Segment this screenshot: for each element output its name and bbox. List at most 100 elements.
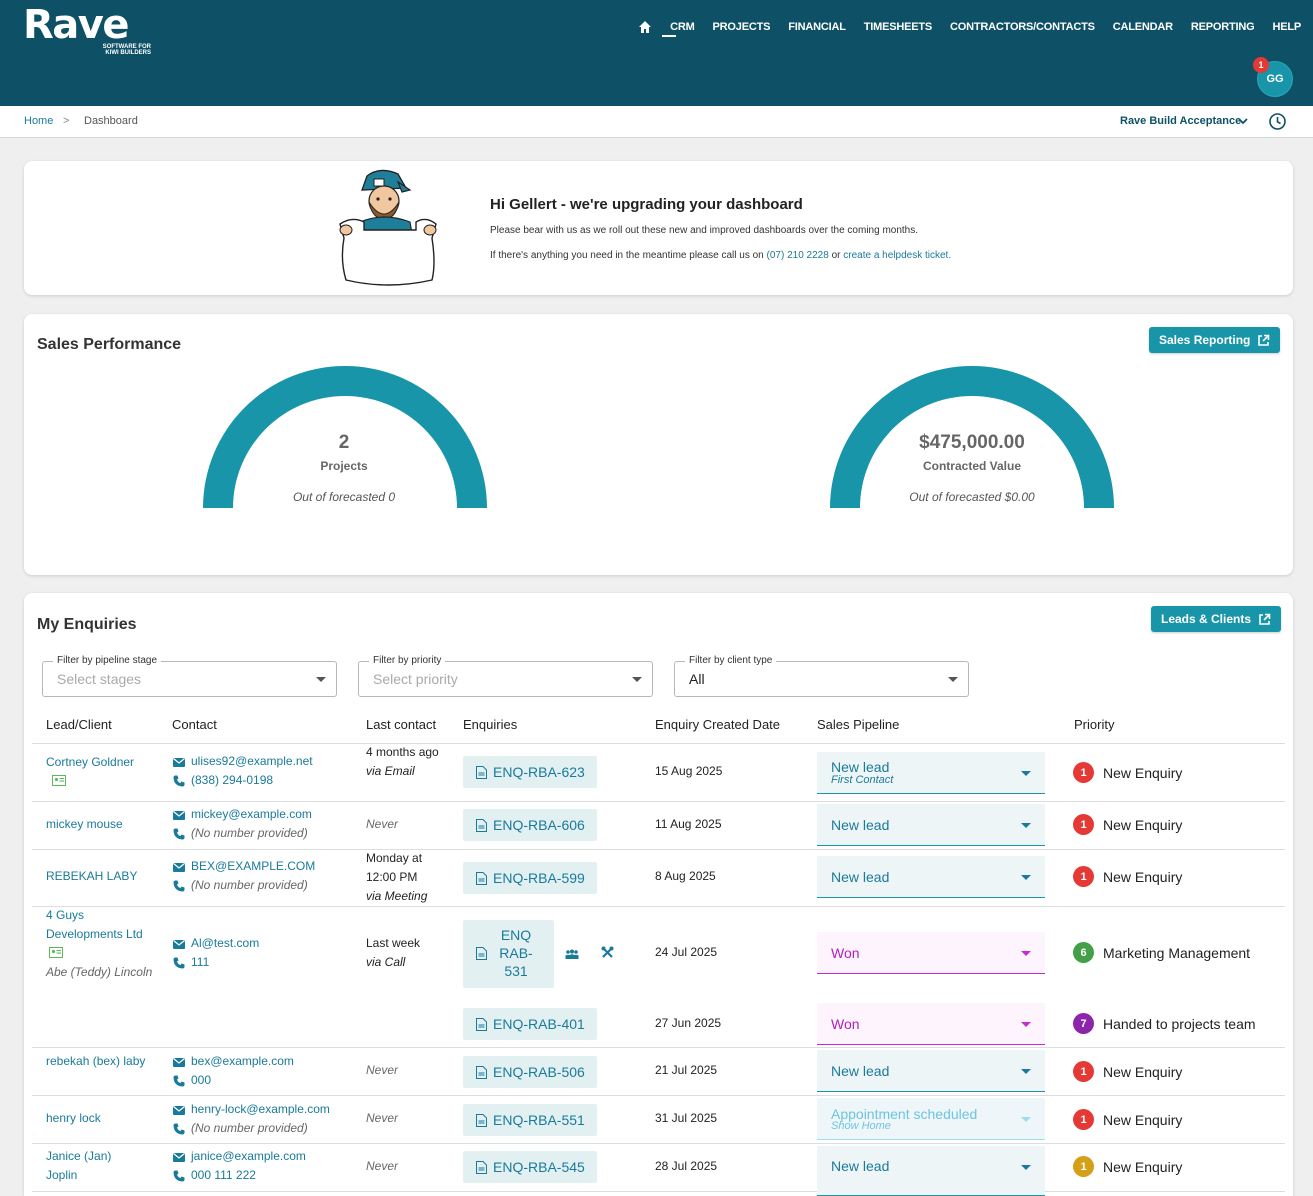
pipeline-stage: New lead [831,869,890,885]
last-contact-method: via Call [366,955,406,969]
document-icon [476,871,487,885]
contact-phone[interactable]: 000 [191,1071,211,1090]
breadcrumb-home[interactable]: Home [24,115,53,127]
tools-icon[interactable] [601,946,614,964]
lead-client-link[interactable]: Janice (Jan) Joplin [46,1149,111,1182]
client-type-filter[interactable]: Filter by client type All [674,655,969,697]
nav-help[interactable]: HELP [1272,21,1301,33]
priority-label: New Enquiry [1103,1158,1183,1175]
contact-phone[interactable]: 111 [191,953,209,972]
lead-client-link[interactable]: 4 Guys Developments Ltd [46,908,143,941]
nav-calendar[interactable]: CALENDAR [1113,21,1173,33]
email-icon [173,862,185,872]
sales-pipeline-select[interactable]: New lead [817,804,1045,846]
lead-client-link[interactable]: mickey mouse [46,817,123,831]
contact-card-icon[interactable] [52,775,66,786]
team-people-icon[interactable] [565,947,579,965]
priority-number-badge: 1 [1073,1156,1094,1177]
priority-filter[interactable]: Filter by priority Select priority [358,655,653,697]
sales-pipeline-select[interactable]: New lead [817,856,1045,898]
column-header-contact[interactable]: Contact [172,717,217,732]
priority-number-badge: 1 [1073,1061,1094,1082]
enquiry-link[interactable]: ENQ-RBA-545 [463,1151,597,1183]
dropdown-arrow-icon [1021,951,1031,956]
phone-icon [173,1170,185,1181]
enquiry-link[interactable]: ENQ-RBA-623 [463,756,597,788]
priority-indicator: 1 New Enquiry [1073,1061,1182,1082]
enquiry-link[interactable]: ENQ-RAB-401 [463,1008,597,1040]
column-header-enquiries[interactable]: Enquiries [463,717,517,732]
pipeline-stage: New lead [831,1063,890,1079]
lead-client-link[interactable]: rebekah (bex) laby [46,1054,145,1068]
contact-email[interactable]: BEX@EXAMPLE.COM [191,857,315,876]
column-header-last-contact[interactable]: Last contact [366,717,436,732]
history-clock-icon[interactable] [1268,112,1287,131]
lead-client-link[interactable]: henry lock [46,1111,101,1125]
enquiry-created-date: 28 Jul 2025 [655,1159,718,1173]
column-header-sales-pipeline[interactable]: Sales Pipeline [817,717,899,732]
contact-email[interactable]: bex@example.com [191,1052,294,1071]
chevron-down-icon[interactable] [1238,117,1248,128]
last-contact-time: 4 months ago [366,745,439,759]
column-header-lead-client[interactable]: Lead/Client [46,717,112,732]
contact-email[interactable]: mickey@example.com [191,805,312,824]
sales-pipeline-select[interactable]: New lead [817,1050,1045,1092]
enquiry-link[interactable]: ENQ-RBA-551 [463,1104,597,1136]
last-contact-time: Never [366,1159,399,1173]
nav-financial[interactable]: FINANCIAL [788,21,846,33]
nav-timesheets[interactable]: TIMESHEETS [864,21,932,33]
enquiry-id: ENQ-RBA-551 [493,1112,585,1128]
helpdesk-ticket-link[interactable]: create a helpdesk ticket [843,250,948,261]
column-header-priority[interactable]: Priority [1074,717,1114,732]
leads-clients-button-label: Leads & Clients [1161,612,1252,626]
company-selector[interactable]: Rave Build Acceptance [1120,115,1241,127]
contact-card-icon[interactable] [49,947,63,958]
contact-email[interactable]: henry-lock@example.com [191,1100,330,1119]
enquiry-created-date: 21 Jul 2025 [655,1063,718,1077]
lead-client-link[interactable]: Cortney Goldner [46,755,134,769]
nav-reporting[interactable]: REPORTING [1191,21,1255,33]
leads-clients-button[interactable]: Leads & Clients [1151,606,1282,632]
last-contact-time: Never [366,1111,399,1125]
nav-crm[interactable]: CRM [670,21,695,33]
rave-logo[interactable]: Rave SOFTWARE FOR KIWI BUILDERS [23,4,151,56]
breadcrumb-current: Dashboard [84,115,138,127]
sales-pipeline-select[interactable]: Appointment scheduled Show Home [817,1098,1045,1140]
enquiry-link[interactable]: ENQ RAB- 531 [463,920,554,988]
table-divider [32,801,1285,802]
breadcrumb-bar: Home > Dashboard Rave Build Acceptance [0,106,1313,138]
sales-pipeline-select[interactable]: Won [817,1003,1045,1045]
banner-contact-prefix: If there's anything you need in the mean… [490,250,767,261]
last-contact-method: via Meeting [366,889,428,903]
contact-email[interactable]: ulises92@example.net [191,752,313,771]
enquiry-id: ENQ RAB- 531 [499,927,533,979]
column-header-enquiry-created-date[interactable]: Enquiry Created Date [655,717,780,732]
table-divider [32,906,1285,907]
banner-contact-mid: or [828,250,844,261]
enquiry-link[interactable]: ENQ-RBA-606 [463,809,597,841]
support-phone-link[interactable]: (07) 210 2228 [767,250,829,261]
email-icon [173,1152,185,1162]
last-contact-time: Monday at 12:00 PM [366,851,423,884]
document-icon [476,818,487,832]
home-icon[interactable] [638,20,652,34]
contact-email[interactable]: janice@example.com [191,1147,306,1166]
sales-pipeline-select[interactable]: New lead [817,1146,1045,1196]
nav-contractors-contacts[interactable]: CONTRACTORS/CONTACTS [950,21,1095,33]
nav-projects[interactable]: PROJECTS [713,21,771,33]
enquiry-link[interactable]: ENQ-RAB-506 [463,1056,597,1088]
lead-client-link[interactable]: REBEKAH LABY [46,869,137,883]
phone-icon [173,775,185,786]
enquiry-id: ENQ-RBA-599 [493,870,585,886]
sales-pipeline-select[interactable]: Won [817,932,1045,974]
email-icon [173,810,185,820]
table-divider [32,1143,1285,1144]
enquiry-link[interactable]: ENQ-RBA-599 [463,862,597,894]
contact-email[interactable]: Al@test.com [191,934,259,953]
sales-reporting-button[interactable]: Sales Reporting [1149,327,1281,353]
pipeline-stage-filter[interactable]: Filter by pipeline stage Select stages [42,655,337,697]
sales-pipeline-select[interactable]: New lead First Contact [817,752,1045,794]
priority-number-badge: 7 [1073,1013,1094,1034]
contact-phone[interactable]: (838) 294-0198 [191,771,273,790]
contact-phone[interactable]: 000 111 222 [191,1166,256,1185]
